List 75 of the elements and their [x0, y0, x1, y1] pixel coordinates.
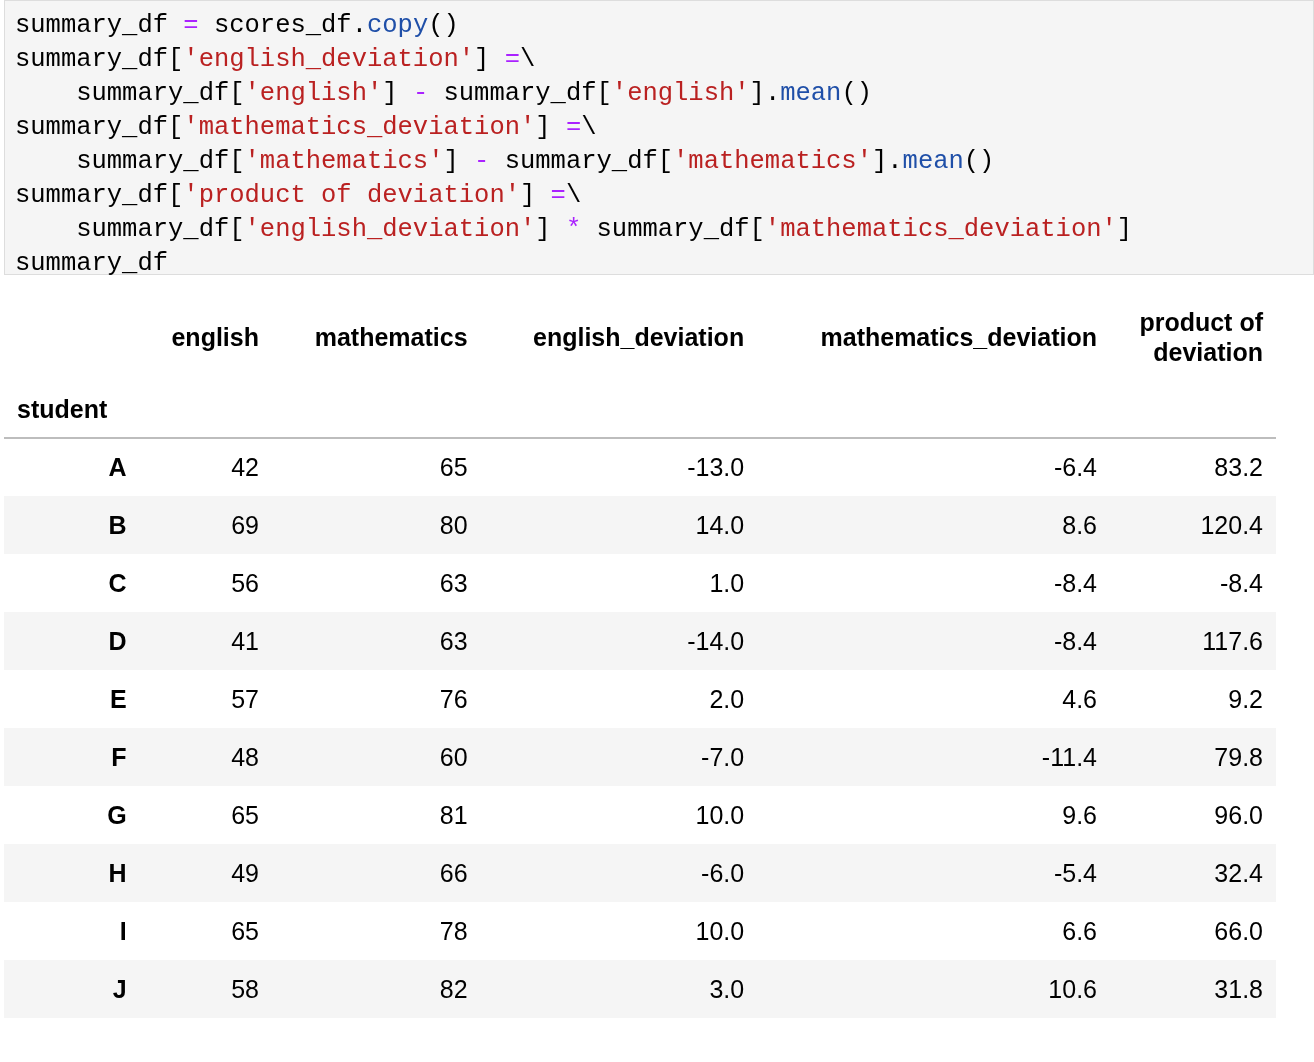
table-cell: -7.0 — [701, 742, 745, 771]
table-cell: 83.2 — [1214, 453, 1263, 481]
code-line: summary_df['mathematics'] - summary_df['mathematics'].mean() — [75, 146, 996, 178]
table-cell: -13.0 — [687, 453, 745, 481]
table-cell: 32.4 — [1214, 858, 1263, 887]
row-label: H — [108, 858, 127, 887]
table-cell: 76 — [439, 684, 468, 713]
table-cell: 10.0 — [695, 800, 745, 829]
table-cell: 96.0 — [1214, 800, 1263, 829]
row-label: G — [107, 800, 127, 829]
table-cell: -8.4 — [1219, 568, 1263, 597]
row-label: A — [108, 453, 127, 481]
table-cell: -5.4 — [1053, 858, 1097, 887]
code-cell[interactable] — [4, 0, 1314, 275]
code-line: summary_df['product of deviation'] =\ — [15, 180, 583, 212]
table-cell: 8.6 — [1062, 510, 1097, 539]
row-label: E — [109, 684, 127, 713]
table-cell: 63 — [439, 626, 468, 655]
row-label: D — [108, 626, 127, 655]
table-cell: 80 — [439, 510, 468, 539]
table-cell: 1.0 — [709, 568, 745, 597]
column-header: mathematics — [314, 322, 468, 351]
column-header: product of deviation — [1139, 308, 1263, 366]
column-header: english_deviation — [533, 322, 745, 351]
table-cell: 4.6 — [1062, 684, 1097, 713]
table-cell: 79.8 — [1214, 742, 1263, 771]
table-cell: 65 — [231, 800, 259, 829]
table-cell: 9.6 — [1062, 800, 1097, 829]
table-cell: 65 — [439, 453, 468, 481]
table-cell: 63 — [439, 568, 468, 597]
table-cell: 48 — [231, 742, 259, 771]
row-label: J — [112, 974, 127, 1003]
table-cell: -8.4 — [1053, 626, 1097, 655]
table-cell: 42 — [231, 453, 259, 481]
table-cell: 60 — [439, 742, 468, 771]
table-cell: 3.0 — [709, 974, 745, 1003]
table-cell: 31.8 — [1214, 974, 1263, 1003]
table-cell: 120.4 — [1200, 510, 1263, 539]
table-cell: -11.4 — [1041, 742, 1097, 771]
table-cell: 6.6 — [1062, 916, 1097, 945]
column-header: english — [171, 322, 259, 351]
table-cell: 2.0 — [709, 684, 745, 713]
table-cell: 9.2 — [1228, 684, 1263, 713]
table-cell: 57 — [231, 684, 259, 713]
code-line: summary_df['english_deviation'] =\ — [15, 44, 537, 76]
index-header: student — [17, 394, 108, 423]
row-label: C — [108, 568, 127, 597]
column-header: mathematics_deviation — [820, 322, 1097, 351]
code-line: summary_df = scores_df.copy() — [15, 10, 460, 42]
code-line: summary_df — [15, 248, 170, 280]
table-cell: 117.6 — [1202, 626, 1263, 655]
table-cell: -8.4 — [1053, 568, 1097, 597]
table-cell: 10.0 — [695, 916, 745, 945]
row-label: I — [119, 916, 127, 945]
row-label: B — [108, 510, 127, 539]
table-cell: 41 — [231, 626, 259, 655]
row-label: F — [111, 742, 127, 771]
code-line: summary_df['mathematics_deviation'] =\ — [15, 112, 598, 144]
table-cell: -6.0 — [701, 858, 745, 887]
table-cell: 66.0 — [1214, 916, 1263, 945]
table-cell: 14.0 — [695, 510, 745, 539]
table-cell: 49 — [231, 858, 259, 887]
table-cell: 10.6 — [1048, 974, 1097, 1003]
table-cell: 81 — [439, 800, 468, 829]
table-cell: -14.0 — [687, 626, 745, 655]
table-cell: -6.4 — [1053, 453, 1097, 481]
code-line: summary_df['english_deviation'] * summary_df['mathematics_deviation'] — [75, 214, 1134, 246]
code-line: summary_df['english'] - summary_df['english'].mean() — [75, 78, 873, 110]
table-cell: 65 — [231, 916, 259, 945]
table-cell: 58 — [231, 974, 259, 1003]
table-cell: 56 — [231, 568, 259, 597]
table-cell: 78 — [439, 916, 468, 945]
table-cell: 69 — [231, 510, 259, 539]
table-cell: 82 — [439, 974, 468, 1003]
table-cell: 66 — [439, 858, 468, 887]
